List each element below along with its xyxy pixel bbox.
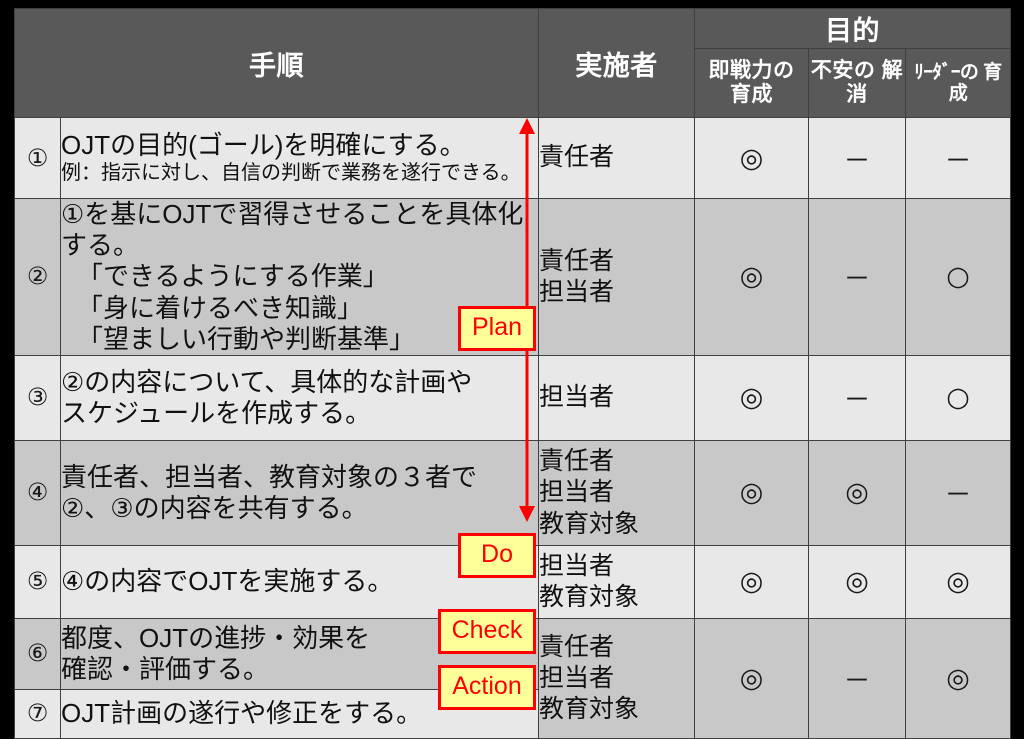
step-line: ②、③の内容を共有する。: [61, 492, 368, 523]
actor-line: 責任者: [539, 246, 615, 275]
actor-line: 担当者: [539, 277, 615, 306]
row-number: ⑥: [14, 617, 61, 690]
actor-line: 責任者: [539, 632, 615, 661]
step-description: OJTの目的(ゴール)を明確にする。 例：指示に対し、自信の判断で業務を遂行でき…: [60, 117, 539, 199]
mark-anxiety-relief: －: [808, 117, 906, 199]
actor-cell: 担当者: [538, 354, 695, 441]
step-line: ②の内容について、具体的な計画や: [61, 366, 473, 397]
actor-line: 教育対象: [539, 509, 640, 538]
table-row: ④ 責任者、担当者、教育対象の３者で ②、③の内容を共有する。 責任者 担当者 …: [14, 439, 1012, 546]
mark-leader-development: －: [904, 117, 1012, 199]
mark-anxiety-relief: ◎: [808, 544, 906, 619]
actor-cell: 担当者 教育対象: [538, 544, 695, 619]
header-line: 育成: [730, 83, 773, 106]
actor-line: 担当者: [539, 383, 615, 412]
header-actor: 実施者: [538, 8, 695, 118]
header-line: 即戦力の: [708, 59, 795, 83]
header-purpose-group: 目的: [693, 8, 1012, 49]
row-number: ⑤: [14, 544, 61, 619]
step-description: 責任者、担当者、教育対象の３者で ②、③の内容を共有する。: [60, 439, 539, 546]
badge-do[interactable]: Do: [458, 533, 536, 578]
step-line: ①を基にOJTで習得させることを具体化する。: [61, 199, 524, 261]
row-number: ③: [14, 354, 61, 441]
mark-leader-development: －: [904, 439, 1012, 546]
row-number: ②: [14, 198, 61, 356]
header-step: 手順: [14, 8, 539, 118]
row-number: ⑦: [14, 688, 61, 739]
mark-immediate-force: ◎: [694, 198, 809, 356]
mark-immediate-force: ◎: [694, 617, 809, 739]
step-line: OJTの目的(ゴール)を明確にする。: [61, 129, 466, 160]
actor-cell: 責任者 担当者 教育対象: [538, 439, 695, 546]
table-row: ③ ②の内容について、具体的な計画や スケジュールを作成する。 担当者 ◎ － …: [14, 354, 1012, 441]
mark-immediate-force: ◎: [694, 544, 809, 619]
actor-line: 担当者: [539, 551, 615, 580]
mark-anxiety-relief: －: [808, 354, 906, 441]
actor-line: 担当者: [539, 478, 615, 507]
table-row: ① OJTの目的(ゴール)を明確にする。 例：指示に対し、自信の判断で業務を遂行…: [14, 117, 1012, 199]
actor-line: 教育対象: [539, 582, 640, 611]
mark-immediate-force: ◎: [694, 117, 809, 199]
header-purpose-leader-development: ﾘｰﾀﾞｰの 育成: [904, 48, 1012, 118]
actor-cell: 責任者: [538, 117, 695, 199]
header-line: 不安の: [810, 59, 876, 83]
mark-anxiety-relief: －: [808, 617, 906, 739]
actor-line: 教育対象: [539, 695, 640, 724]
step-note: 例：指示に対し、自信の判断で業務を遂行できる。: [61, 162, 521, 185]
mark-immediate-force: ◎: [694, 354, 809, 441]
header-purpose-anxiety-relief: 不安の 解消: [808, 48, 906, 118]
step-line: 「できるようにする作業」: [77, 261, 389, 292]
header-line: ﾘｰﾀﾞｰの: [914, 61, 979, 83]
mark-leader-development: ◎: [904, 544, 1012, 619]
mark-leader-development: ○: [904, 354, 1012, 441]
badge-check[interactable]: Check: [438, 609, 536, 654]
row-number: ④: [14, 439, 61, 546]
table-header: 手順 実施者 目的 即戦力の 育成 不安の 解消 ﾘｰﾀﾞｰの 育成: [14, 8, 1012, 118]
actor-line: 責任者: [539, 447, 615, 476]
actor-line: 担当者: [539, 663, 615, 692]
badge-action[interactable]: Action: [438, 665, 536, 710]
actor-line: 責任者: [539, 143, 615, 172]
actor-cell: 責任者 担当者 教育対象: [538, 617, 695, 739]
mark-immediate-force: ◎: [694, 439, 809, 546]
step-description: ②の内容について、具体的な計画や スケジュールを作成する。: [60, 354, 539, 441]
slide-canvas: 手順 実施者 目的 即戦力の 育成 不安の 解消 ﾘｰﾀﾞｰの 育成 ① OJT…: [0, 0, 1024, 739]
mark-leader-development: ○: [904, 198, 1012, 356]
header-row-1: 手順 実施者 目的: [14, 8, 1012, 118]
step-line: スケジュールを作成する。: [61, 397, 372, 428]
step-line: 責任者、担当者、教育対象の３者で: [61, 461, 478, 492]
row-number: ①: [14, 117, 61, 199]
mark-anxiety-relief: －: [808, 198, 906, 356]
mark-anxiety-relief: ◎: [808, 439, 906, 546]
header-purpose-immediate-force: 即戦力の 育成: [694, 48, 809, 118]
badge-plan[interactable]: Plan: [458, 306, 536, 351]
mark-leader-development: ◎: [904, 617, 1012, 739]
actor-cell: 責任者 担当者: [538, 198, 695, 356]
